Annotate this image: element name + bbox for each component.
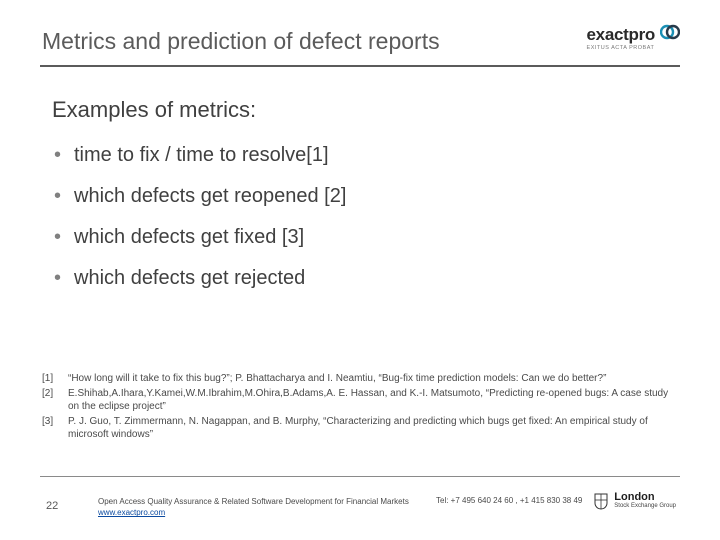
lseg-crest-icon	[593, 492, 609, 515]
logo-text: exactpro	[587, 25, 655, 45]
list-item: which defects get fixed [3]	[52, 225, 660, 250]
footer-text: Open Access Quality Assurance & Related …	[98, 496, 409, 518]
footer: 22 Open Access Quality Assurance & Relat…	[40, 490, 680, 526]
page-number: 22	[46, 500, 58, 512]
header: Metrics and prediction of defect reports…	[0, 0, 720, 63]
lseg-sub: Stock Exchange Group	[614, 503, 676, 509]
exactpro-logo: exactpro EXITUS ACTA PROBAT	[587, 22, 680, 51]
reference-row: [1] “How long will it take to fix this b…	[42, 372, 678, 386]
footer-url: www.exactpro.com	[98, 508, 165, 517]
ref-number: [1]	[42, 372, 68, 386]
ref-number: [2]	[42, 387, 68, 414]
bullet-list: time to fix / time to resolve[1] which d…	[52, 143, 660, 291]
list-item: time to fix / time to resolve[1]	[52, 143, 660, 168]
lseg-logo: London Stock Exchange Group	[593, 492, 676, 515]
list-item: which defects get reopened [2]	[52, 184, 660, 209]
references: [1] “How long will it take to fix this b…	[42, 372, 678, 443]
logo-circles-icon	[660, 22, 680, 47]
ref-text: E.Shihab,A.Ihara,Y.Kamei,W.M.Ibrahim,M.O…	[68, 387, 678, 414]
reference-row: [2] E.Shihab,A.Ihara,Y.Kamei,W.M.Ibrahim…	[42, 387, 678, 414]
footer-tel: Tel: +7 495 640 24 60 , +1 415 830 38 49	[436, 496, 582, 505]
subtitle: Examples of metrics:	[52, 97, 660, 123]
slide-title: Metrics and prediction of defect reports	[42, 28, 678, 55]
lseg-name: London	[614, 492, 676, 503]
footer-line1: Open Access Quality Assurance & Related …	[98, 497, 409, 506]
list-item: which defects get rejected	[52, 266, 660, 291]
ref-text: “How long will it take to fix this bug?”…	[68, 372, 678, 386]
slide: Metrics and prediction of defect reports…	[0, 0, 720, 540]
body: Examples of metrics: time to fix / time …	[0, 67, 720, 291]
ref-number: [3]	[42, 415, 68, 442]
reference-row: [3] P. J. Guo, T. Zimmermann, N. Nagappa…	[42, 415, 678, 442]
ref-text: P. J. Guo, T. Zimmermann, N. Nagappan, a…	[68, 415, 678, 442]
footer-rule	[40, 476, 680, 477]
